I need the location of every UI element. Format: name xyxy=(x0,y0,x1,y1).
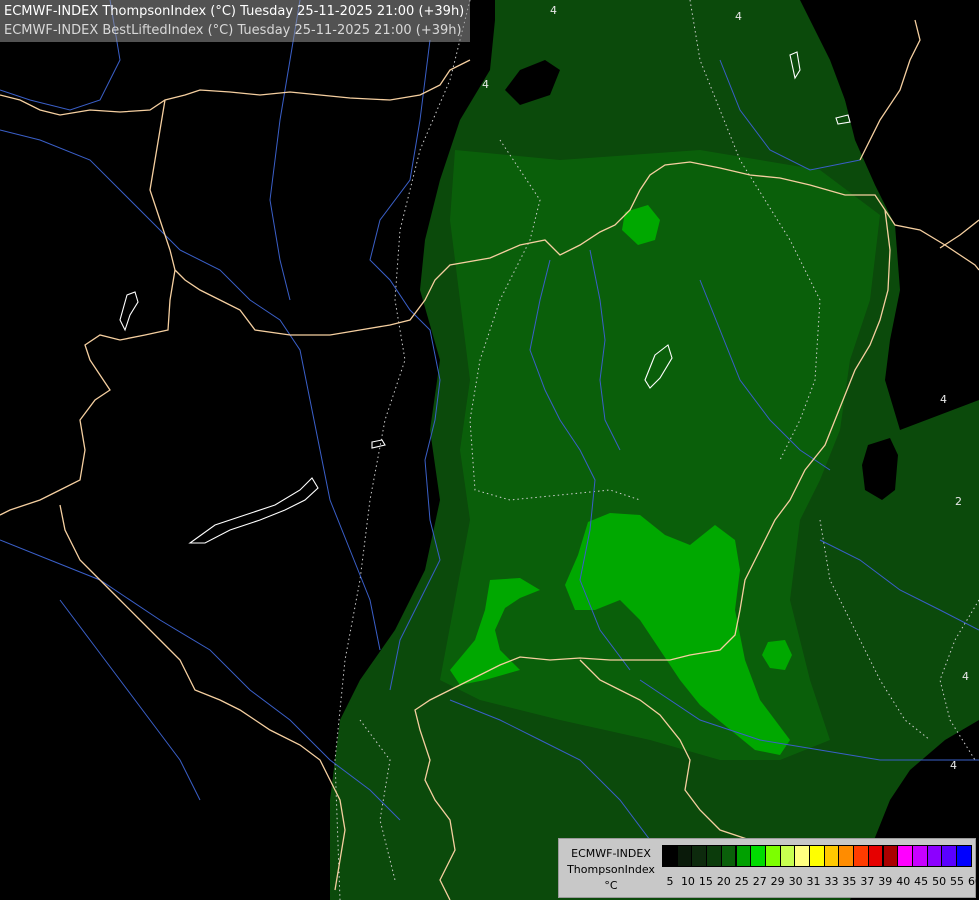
legend-swatch xyxy=(779,845,796,867)
legend-tick-label: 60 xyxy=(968,875,979,888)
contour-label: 4 xyxy=(735,10,742,23)
contour-label: 4 xyxy=(950,759,957,772)
legend-swatch xyxy=(720,845,737,867)
map-title-thompson-index: ECMWF-INDEX ThompsonIndex (°C) Tuesday 2… xyxy=(4,4,465,19)
legend-swatch xyxy=(897,845,913,867)
legend-swatch xyxy=(750,845,766,867)
no-data-patch-blob xyxy=(862,438,898,500)
legend-swatch xyxy=(926,845,943,867)
map-title-best-lifted-index: ECMWF-INDEX BestLiftedIndex (°C) Tuesday… xyxy=(4,23,462,38)
weather-map: 4 4 4 4 2 4 4 xyxy=(0,0,979,900)
contour-label: 2 xyxy=(955,495,962,508)
legend-swatch xyxy=(794,845,810,867)
contour-label: 4 xyxy=(482,78,489,91)
legend-swatch xyxy=(838,845,855,867)
legend-swatch xyxy=(676,845,693,867)
legend-swatch xyxy=(735,845,752,867)
legend-swatch xyxy=(867,845,884,867)
legend-swatch xyxy=(882,845,899,867)
legend-title: ECMWF-INDEX xyxy=(571,847,651,860)
legend-swatch xyxy=(764,845,781,867)
legend-swatch xyxy=(911,845,928,867)
legend-swatch xyxy=(662,845,678,867)
legend-swatch xyxy=(809,845,825,867)
legend-swatch xyxy=(691,845,708,867)
contour-label: 4 xyxy=(962,670,969,683)
legend-unit: °C xyxy=(604,879,618,892)
contour-label: 4 xyxy=(940,393,947,406)
color-legend: ECMWF-INDEX ThompsonIndex °C 5 10 15 20 25 27… xyxy=(558,838,979,898)
map-title-box: ECMWF-INDEX ThompsonIndex (°C) Tuesday 2… xyxy=(0,0,471,42)
legend-swatch xyxy=(941,845,957,867)
legend-swatch xyxy=(823,845,840,867)
legend-swatch xyxy=(956,845,972,867)
legend-subtitle: ThompsonIndex xyxy=(567,863,655,876)
legend-swatch xyxy=(853,845,869,867)
contour-label: 4 xyxy=(550,4,557,17)
legend-swatch xyxy=(706,845,722,867)
